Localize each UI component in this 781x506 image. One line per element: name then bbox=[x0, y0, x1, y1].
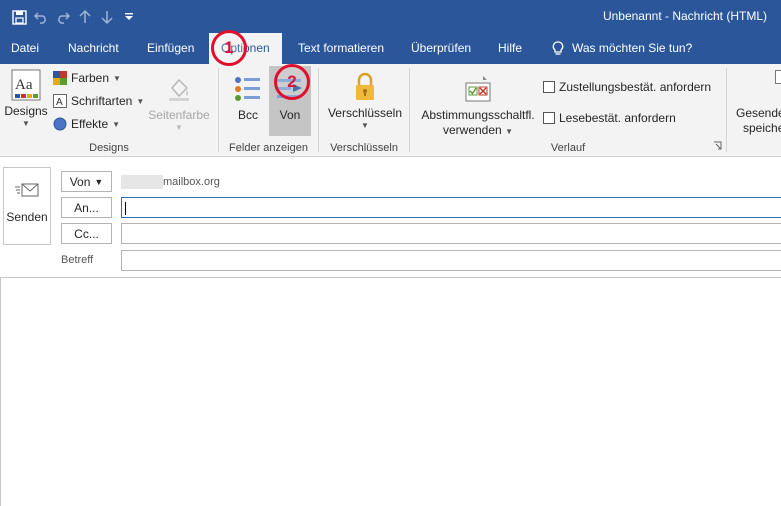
title-bar: Unbenannt - Nachricht (HTML) bbox=[0, 0, 781, 33]
send-button[interactable]: Senden bbox=[3, 167, 51, 245]
from-dropdown-button[interactable]: Von ▼ bbox=[61, 171, 112, 192]
group-verlauf: Abstimmungsschaltfl. verwenden ▼ Zustell… bbox=[410, 64, 726, 157]
svg-text:A: A bbox=[56, 97, 63, 108]
annotation-marker-2: 2 bbox=[274, 64, 310, 100]
from-address: mailbox.org bbox=[121, 175, 220, 189]
farben-label: Farben bbox=[71, 71, 110, 85]
to-field[interactable] bbox=[121, 197, 781, 218]
group-label-verlauf: Verlauf bbox=[550, 142, 586, 154]
annotation-marker-1: 1 bbox=[211, 30, 247, 66]
gesendete-label-line1: Gesende bbox=[736, 106, 781, 120]
tell-me-box[interactable]: Was möchten Sie tun? bbox=[552, 33, 692, 64]
redo-icon[interactable] bbox=[52, 6, 74, 28]
designs-button[interactable]: Aa Designs ▼ bbox=[4, 68, 48, 128]
tab-nachricht[interactable]: Nachricht bbox=[68, 33, 119, 64]
tab-datei[interactable]: Datei bbox=[11, 33, 39, 64]
abstimmung-caret-icon: ▼ bbox=[505, 127, 513, 136]
undo-icon[interactable] bbox=[30, 6, 52, 28]
bcc-button[interactable]: Bcc bbox=[230, 72, 266, 123]
seitenfarbe-button[interactable]: Seitenfarbe ▼ bbox=[147, 72, 211, 132]
lightbulb-icon bbox=[552, 40, 564, 55]
zustellungsbestaetigung-checkbox[interactable]: Zustellungsbestät. anfordern bbox=[543, 80, 711, 94]
gesendete-button[interactable]: Gesende speiche bbox=[736, 106, 781, 136]
cc-button[interactable]: Cc... bbox=[61, 223, 112, 244]
group-gesendete-elemente: Gesende speiche bbox=[727, 64, 781, 157]
quick-access-toolbar bbox=[8, 6, 140, 28]
from-address-text: mailbox.org bbox=[163, 176, 220, 188]
colors-icon bbox=[53, 71, 67, 85]
von-label: Von bbox=[279, 108, 301, 122]
lese-label: Lesebestät. anfordern bbox=[559, 111, 676, 125]
bcc-label: Bcc bbox=[237, 108, 258, 122]
designs-icon: Aa bbox=[10, 68, 42, 102]
send-icon bbox=[15, 183, 39, 197]
redacted-address-block bbox=[121, 175, 163, 189]
tab-einfuegen[interactable]: Einfügen bbox=[147, 33, 194, 64]
from-chevron-down-icon: ▼ bbox=[94, 176, 104, 187]
effekte-label: Effekte bbox=[71, 117, 109, 131]
group-label-designs: Designs bbox=[89, 142, 129, 154]
farben-button[interactable]: Farben ▼ bbox=[53, 71, 121, 85]
message-body[interactable] bbox=[0, 277, 781, 506]
down-icon[interactable] bbox=[96, 6, 118, 28]
tab-hilfe[interactable]: Hilfe bbox=[498, 33, 522, 64]
to-button[interactable]: An... bbox=[61, 197, 112, 218]
group-label-felder-anzeigen: Felder anzeigen bbox=[229, 142, 308, 154]
save-icon[interactable] bbox=[8, 6, 30, 28]
cc-field[interactable] bbox=[121, 223, 781, 244]
abstimmung-button[interactable]: Abstimmungsschaltfl. verwenden ▼ bbox=[416, 72, 540, 139]
verschluesseln-button[interactable]: Verschlüsseln ▼ bbox=[327, 70, 403, 130]
group-verschluesseln: Verschlüsseln ▼ Verschlüsseln bbox=[319, 64, 409, 157]
tell-me-label: Was möchten Sie tun? bbox=[572, 41, 693, 55]
verschluesseln-caret-icon: ▼ bbox=[361, 121, 369, 130]
designs-caret-icon: ▼ bbox=[22, 119, 30, 128]
lock-icon bbox=[349, 70, 381, 104]
page-color-icon bbox=[163, 72, 195, 106]
ribbon: Aa Designs ▼ Farben ▼ A Schriftarten ▼ E… bbox=[0, 64, 781, 157]
bcc-icon bbox=[232, 72, 264, 106]
effects-icon bbox=[53, 117, 67, 131]
ribbon-tabs: Datei Nachricht Einfügen Optionen Text f… bbox=[0, 33, 781, 64]
designs-label: Designs bbox=[4, 104, 48, 118]
seitenfarbe-label: Seitenfarbe bbox=[148, 108, 210, 122]
dialog-launcher-icon[interactable] bbox=[713, 139, 722, 153]
seitenfarbe-caret-icon: ▼ bbox=[175, 123, 183, 132]
schriftarten-caret-icon: ▼ bbox=[136, 96, 145, 106]
send-label: Senden bbox=[6, 210, 48, 224]
lesebestaetigung-checkbox[interactable]: Lesebestät. anfordern bbox=[543, 111, 676, 125]
effekte-caret-icon: ▼ bbox=[112, 119, 121, 129]
text-cursor bbox=[125, 202, 126, 215]
subject-field[interactable] bbox=[121, 250, 781, 271]
voting-buttons-icon bbox=[462, 72, 494, 106]
group-label-verschluesseln: Verschlüsseln bbox=[330, 142, 398, 154]
effekte-button[interactable]: Effekte ▼ bbox=[53, 117, 120, 131]
abstimmung-label-line1: Abstimmungsschaltfl. bbox=[421, 108, 535, 122]
save-sent-icon bbox=[775, 70, 781, 84]
verschluesseln-label: Verschlüsseln bbox=[327, 106, 403, 120]
schriftarten-button[interactable]: A Schriftarten ▼ bbox=[53, 94, 144, 108]
customize-icon[interactable] bbox=[118, 6, 140, 28]
lese-checkbox-box[interactable] bbox=[543, 112, 555, 124]
zustellung-checkbox-box[interactable] bbox=[543, 81, 555, 93]
from-button-label: Von bbox=[69, 174, 91, 189]
svg-text:Aa: Aa bbox=[15, 77, 33, 93]
up-icon[interactable] bbox=[74, 6, 96, 28]
schriftarten-label: Schriftarten bbox=[71, 94, 133, 108]
gesendete-label-line2: speiche bbox=[743, 121, 781, 135]
abstimmung-label-line2: verwenden bbox=[443, 123, 502, 137]
tab-ueberpruefen[interactable]: Überprüfen bbox=[411, 33, 471, 64]
tab-text-formatieren[interactable]: Text formatieren bbox=[298, 33, 384, 64]
group-designs: Aa Designs ▼ Farben ▼ A Schriftarten ▼ E… bbox=[0, 64, 218, 157]
fonts-icon: A bbox=[53, 94, 67, 108]
zustellung-label: Zustellungsbestät. anfordern bbox=[559, 80, 712, 94]
subject-label: Betreff bbox=[61, 254, 94, 266]
farben-caret-icon: ▼ bbox=[113, 73, 121, 83]
window-title: Unbenannt - Nachricht (HTML) bbox=[602, 9, 767, 23]
